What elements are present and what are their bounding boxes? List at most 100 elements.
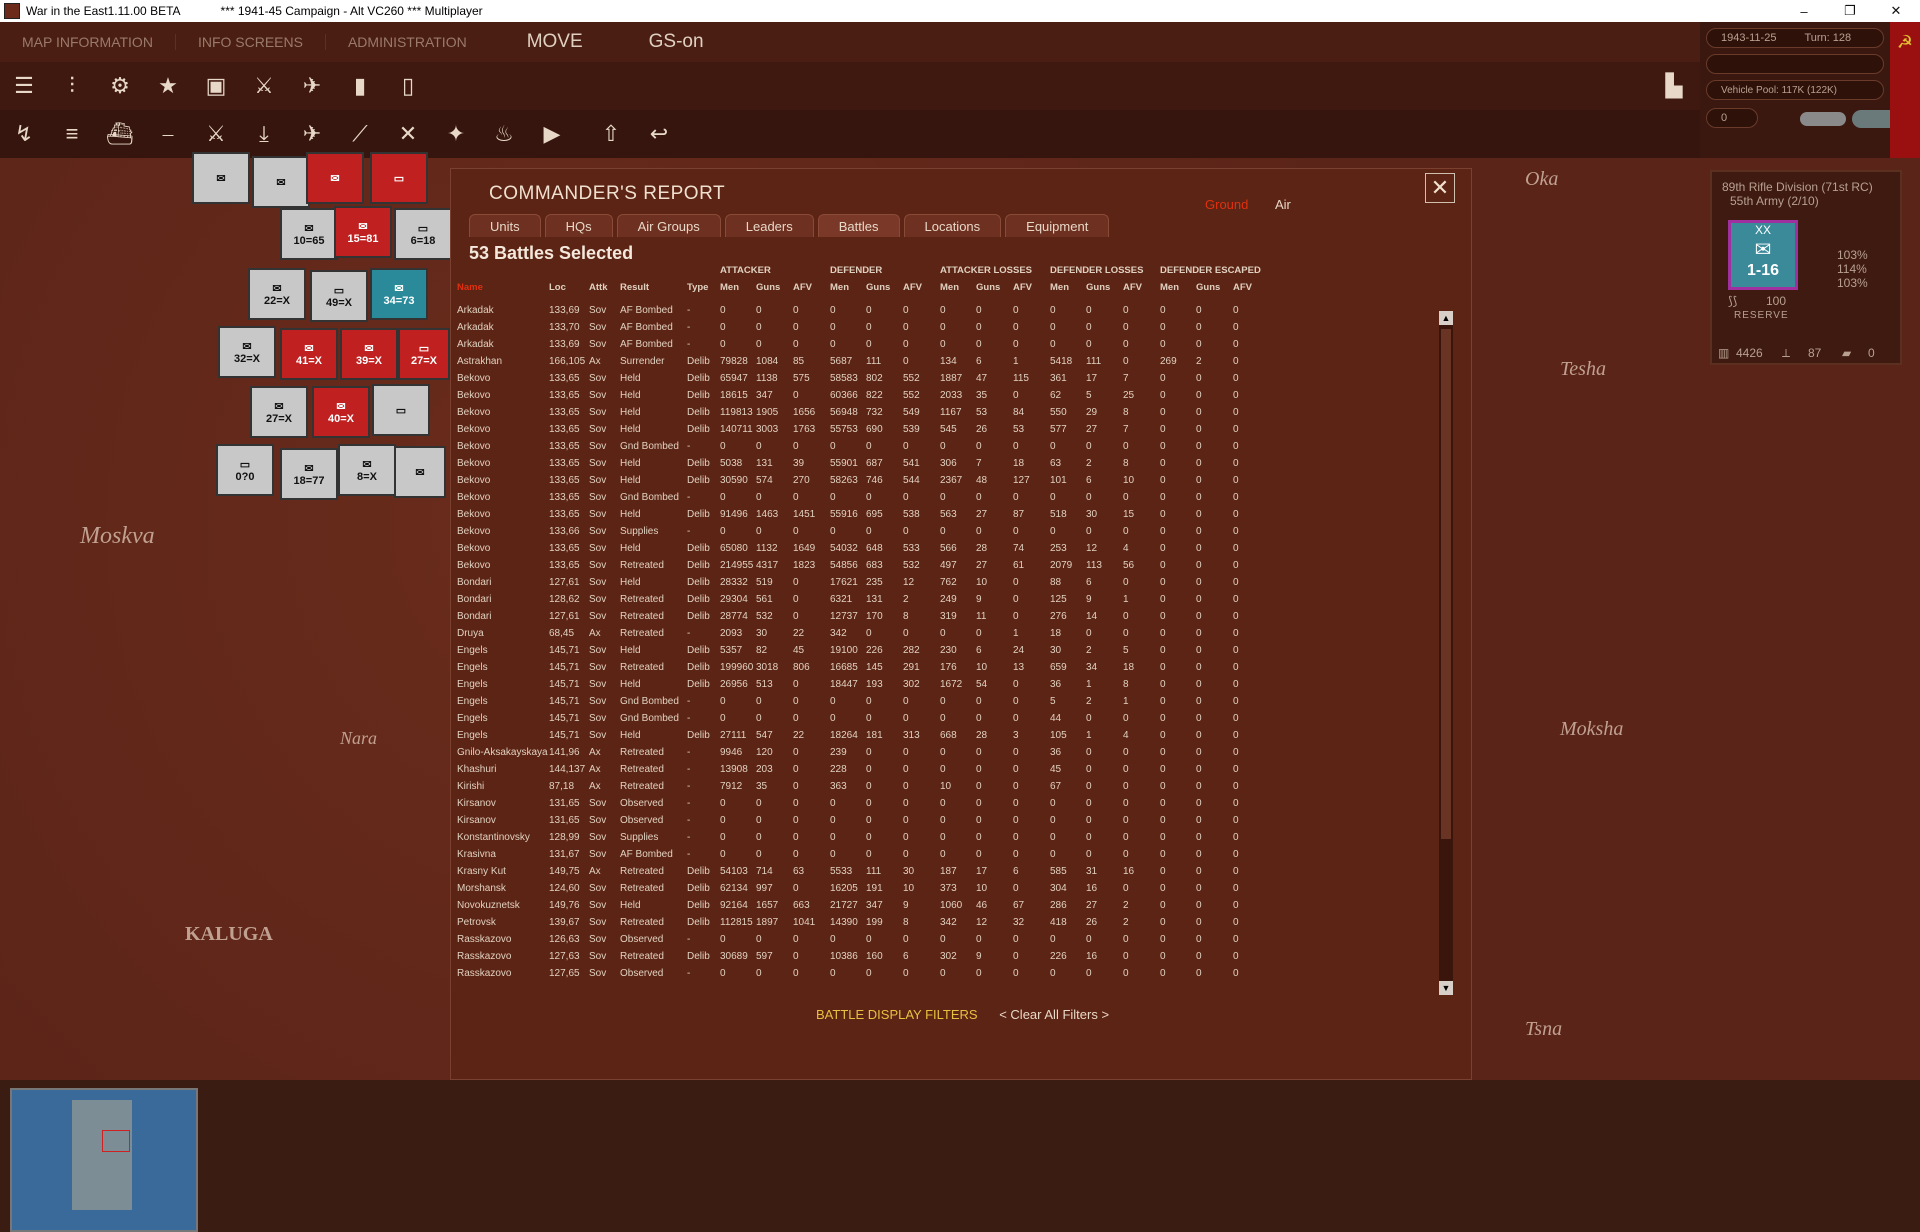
column-header[interactable]: Loc [549,282,566,293]
table-row[interactable]: Engels 145,71 Sov Gnd Bombed - 0 0 0 0 0 0 0 0 0 5 2 1 0 0… [457,696,1417,713]
table-row[interactable]: Engels 145,71 Sov Held Delib 27111 547 22 18264 1… [457,730,1417,747]
menu-map-information[interactable]: MAP INFORMATION [0,34,175,50]
restore-button[interactable]: ❐ [1828,0,1872,22]
table-row[interactable]: Bekovo 133,65 Sov Held Delib 5038 131 39 55901 68… [457,458,1417,475]
airdrop-icon[interactable]: ⤓ [247,117,281,151]
table-row[interactable]: Engels 145,71 Sov Held Delib 5357 82 45 19100 226… [457,645,1417,662]
column-header[interactable]: Guns [756,282,780,293]
table-row[interactable]: Konstantinovsky 128,99 Sov Supplies - 0 0 0 0 0 0 0… [457,832,1417,849]
undo-icon[interactable]: ↩ [642,117,676,151]
unit-counter[interactable]: ✉ 15=81 [334,206,392,258]
table-row[interactable]: Bekovo 133,65 Sov Gnd Bombed - 0 0 0 0 0 0 0 0 0 0 0 0 0 0… [457,441,1417,458]
table-row[interactable]: Bekovo 133,65 Sov Held Delib 91496 1463 1451 559… [457,509,1417,526]
unit-counter[interactable]: ✉ 22=X [248,268,306,320]
unit-counter[interactable]: ✉ 40=X [312,386,370,438]
table-row[interactable]: Bekovo 133,66 Sov Supplies - 0 0 0 0 0 0 0 0 0 0 0 0 0 0 0 [457,526,1417,543]
column-header[interactable]: Men [830,282,849,293]
tab-hqs[interactable]: HQs [544,214,613,237]
fuel-icon[interactable]: ▮ [343,69,377,103]
table-row[interactable]: Arkadak 133,69 Sov AF Bombed - 0 0 0 0 0 0 0 0 0 0 0 0 0 0… [457,305,1417,322]
unit-counter[interactable]: ✉ 41=X [280,328,338,380]
unit-counter[interactable]: ✉ 8=X [338,444,396,496]
clear-filters-button[interactable]: < Clear All Filters > [999,1007,1109,1022]
unit-counter[interactable]: ✉ 18=77 [280,448,338,500]
sea-transport-icon[interactable]: ⎯ [151,117,185,151]
table-row[interactable]: Rasskazovo 126,63 Sov Observed - 0 0 0 0 0 0 0 0 0 0 0 0… [457,934,1417,951]
table-row[interactable]: Bekovo 133,65 Sov Held Delib 30590 574 270 58263… [457,475,1417,492]
column-header[interactable]: Guns [866,282,890,293]
column-header[interactable]: AFV [903,282,922,293]
table-row[interactable]: Engels 145,71 Sov Held Delib 26956 513 0 18447 19… [457,679,1417,696]
column-header[interactable]: Men [1160,282,1179,293]
tab-leaders[interactable]: Leaders [724,214,814,237]
rail-icon[interactable]: ≡ [55,117,89,151]
menu-move[interactable]: MOVE [489,31,605,53]
minimap[interactable] [10,1088,198,1232]
column-header[interactable]: AFV [1013,282,1032,293]
table-row[interactable]: Khashuri 144,137 Ax Retreated - 13908 203 0 228 0… [457,764,1417,781]
column-header[interactable]: Guns [1196,282,1220,293]
bomb-icon[interactable]: ✈ [295,117,329,151]
scroll-thumb[interactable] [1441,329,1451,839]
unit-info-panel[interactable]: 89th Rifle Division (71st RC) 55th Army … [1710,170,1902,365]
column-header[interactable]: AFV [793,282,812,293]
minimap-viewport[interactable] [102,1130,130,1152]
table-row[interactable]: Rasskazovo 127,63 Sov Retreated Delib 30689 59… [457,951,1417,968]
column-header[interactable]: Men [1050,282,1069,293]
unit-counter[interactable]: ✉ 34=73 [370,268,428,320]
factory-icon[interactable]: ▣ [199,69,233,103]
table-row[interactable]: Petrovsk 139,67 Sov Retreated Delib 112815 189… [457,917,1417,934]
table-row[interactable]: Engels 145,71 Sov Retreated Delib 199960 3018 8… [457,662,1417,679]
unit-counter[interactable]: ✉ [394,446,446,498]
toggle-air[interactable]: Air [1275,197,1291,212]
column-header[interactable]: Result [620,282,649,293]
tab-air-groups[interactable]: Air Groups [616,214,721,237]
close-window-button[interactable]: ✕ [1874,0,1918,22]
unit-counter[interactable]: ✉ 39=X [340,328,398,380]
unit-counter[interactable]: ✉ [252,156,310,208]
star-icon[interactable]: ★ [151,69,185,103]
tab-battles[interactable]: Battles [817,214,900,237]
unit-counter[interactable]: ▭ [372,384,430,436]
unit-counter[interactable]: ✉ [192,152,250,204]
column-header[interactable]: AFV [1233,282,1252,293]
table-row[interactable]: Bekovo 133,65 Sov Held Delib 18615 347 0 60366 82… [457,390,1417,407]
table-row[interactable]: Gnilo-Aksakayskaya 141,96 Ax Retreated - 9946… [457,747,1417,764]
table-row[interactable]: Bekovo 133,65 Sov Held Delib 119813 1905 1656 56… [457,407,1417,424]
crossed-swords-icon[interactable]: ⚔ [247,69,281,103]
scroll-down-arrow-icon[interactable]: ▼ [1439,981,1453,995]
unit-counter[interactable]: ▭ 49=X [310,270,368,322]
unit-move-icon[interactable]: ↯ [7,117,41,151]
table-row[interactable]: Bekovo 133,65 Sov Gnd Bombed - 0 0 0 0 0 0 0 0 0 0 0 0 0 0… [457,492,1417,509]
menu-administration[interactable]: ADMINISTRATION [324,34,489,50]
table-row[interactable]: Morshansk 124,60 Sov Retreated Delib 62134 997… [457,883,1417,900]
unit-counter[interactable]: ▭ 6=18 [394,208,452,260]
table-row[interactable]: Arkadak 133,70 Sov AF Bombed - 0 0 0 0 0 0 0 0 0 0 0 0 0 0… [457,322,1417,339]
column-header[interactable]: Name [457,282,483,293]
value-field[interactable]: 0 [1706,108,1758,128]
table-row[interactable]: Bekovo 133,65 Sov Held Delib 65947 1138 575 5858… [457,373,1417,390]
table-row[interactable]: Druya 68,45 Ax Retreated - 2093 30 22 342 0 0 0 0 1 18… [457,628,1417,645]
play-icon[interactable]: ▶ [535,117,569,151]
unit-counter[interactable]: ✉ 27=X [250,386,308,438]
unit-counter[interactable]: ▭ 27=X [398,328,450,380]
minimize-button[interactable]: – [1782,0,1826,22]
tab-equipment[interactable]: Equipment [1005,214,1110,237]
table-row[interactable]: Bondari 127,61 Sov Retreated Delib 28774 532 0 1… [457,611,1417,628]
table-row[interactable]: Astrakhan 166,105 Ax Surrender Delib 79828 108… [457,356,1417,373]
attack-icon[interactable]: ⚔ [199,117,233,151]
ground-attack-icon[interactable]: ⟋ [343,117,377,151]
unit-counter[interactable]: ✉ 10=65 [280,208,338,260]
fire-icon[interactable]: ♨ [487,117,521,151]
toggle-switch[interactable] [1800,112,1846,126]
unit-counter[interactable]: ✉ [306,152,364,204]
table-row[interactable]: Engels 145,71 Sov Gnd Bombed - 0 0 0 0 0 0 0 0 0 44 0 0 0… [457,713,1417,730]
column-header[interactable]: AFV [1123,282,1142,293]
column-header[interactable]: Men [940,282,959,293]
unit-counter[interactable]: ✉ 32=X [218,326,276,378]
battery-icon[interactable]: ▯ [391,69,425,103]
table-row[interactable]: Bekovo 133,65 Sov Held Delib 140711 3003 1763 55… [457,424,1417,441]
scroll-up-arrow-icon[interactable]: ▲ [1439,311,1453,325]
toggle-ground[interactable]: Ground [1205,197,1248,212]
table-row[interactable]: Novokuznetsk 149,76 Sov Held Delib 92164 1657 6… [457,900,1417,917]
